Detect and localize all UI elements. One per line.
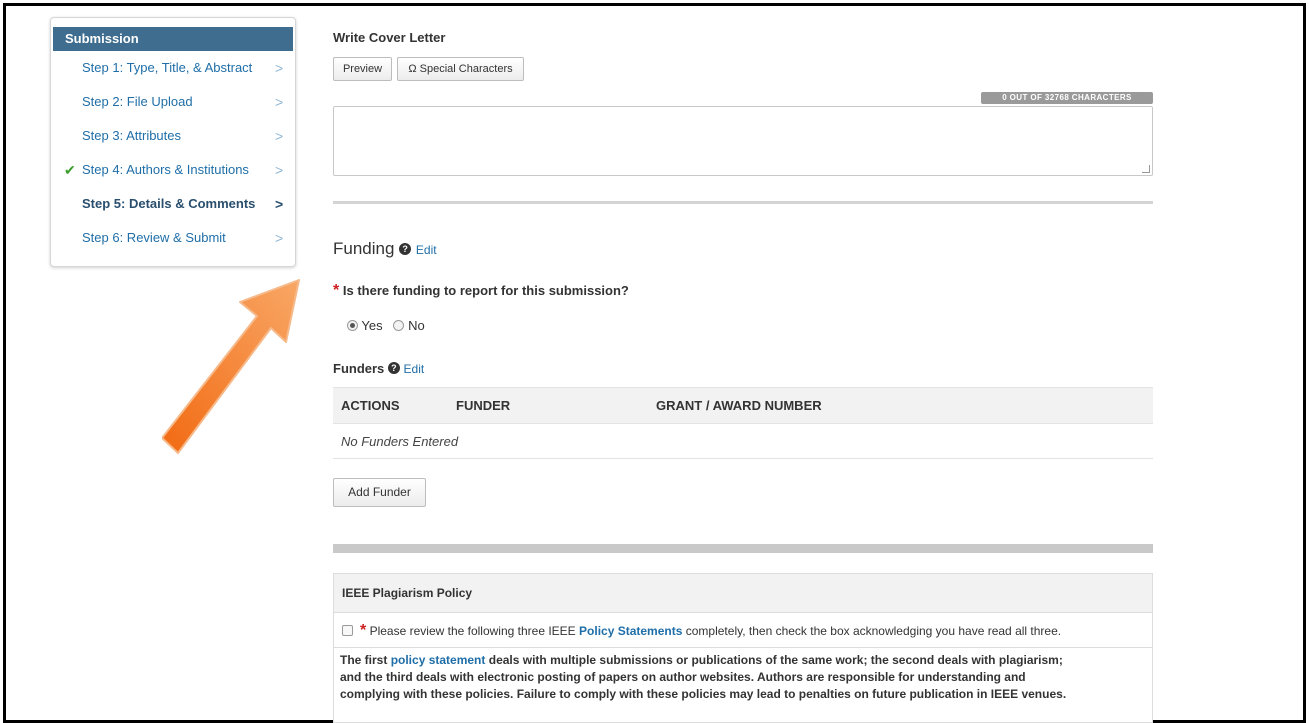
funders-heading: Funders ? Edit xyxy=(333,361,424,376)
funders-edit-link[interactable]: Edit xyxy=(404,362,425,376)
submission-steps-panel: Submission Step 1: Type, Title, & Abstra… xyxy=(50,17,296,267)
funders-table: ACTIONS FUNDER GRANT / AWARD NUMBER No F… xyxy=(333,387,1153,459)
sidebar-item-step-1[interactable]: Step 1: Type, Title, & Abstract > xyxy=(51,51,295,85)
chevron-right-icon: > xyxy=(275,196,284,212)
sidebar-item-label: Step 3: Attributes xyxy=(82,128,182,143)
preview-button[interactable]: Preview xyxy=(333,57,392,81)
funding-title: Funding xyxy=(333,239,395,258)
sidebar-item-step-5[interactable]: Step 5: Details & Comments > xyxy=(51,187,295,221)
chevron-right-icon: > xyxy=(275,162,284,178)
table-header-row: ACTIONS FUNDER GRANT / AWARD NUMBER xyxy=(333,387,1153,424)
sidebar-item-step-4[interactable]: ✔ Step 4: Authors & Institutions > xyxy=(51,153,295,187)
question-circle-icon[interactable]: ? xyxy=(399,243,412,255)
policy-acknowledgement-checkbox[interactable] xyxy=(342,625,353,636)
sidebar-item-step-2[interactable]: Step 2: File Upload > xyxy=(51,85,295,119)
add-funder-button[interactable]: Add Funder xyxy=(333,478,426,507)
sidebar-item-label: Step 5: Details & Comments xyxy=(82,196,256,211)
section-divider xyxy=(333,201,1153,204)
chevron-right-icon: > xyxy=(275,60,284,76)
column-header-grant-number: GRANT / AWARD NUMBER xyxy=(648,387,1153,424)
policy-text-after: completely, then check the box acknowled… xyxy=(685,624,1062,638)
yes-radio[interactable] xyxy=(347,320,358,331)
funders-title: Funders xyxy=(333,361,385,376)
funding-edit-link[interactable]: Edit xyxy=(416,243,437,257)
funding-radio-group: Yes No xyxy=(347,318,425,333)
policy-body-line1: deals with multiple submissions or publi… xyxy=(488,653,1063,667)
policy-acknowledgement-text: * Please review the following three IEEE… xyxy=(360,613,1061,649)
sidebar-item-step-3[interactable]: Step 3: Attributes > xyxy=(51,119,295,153)
policy-text-before: Please review the following three IEEE xyxy=(369,624,576,638)
checkmark-icon: ✔ xyxy=(64,162,76,178)
policy-description: The first policy statement deals with mu… xyxy=(334,648,1152,703)
required-asterisk: * xyxy=(360,622,367,639)
policy-body-line3: complying with these policies. Failure t… xyxy=(340,687,1067,701)
chevron-right-icon: > xyxy=(275,230,284,246)
sidebar-header: Submission xyxy=(53,27,293,51)
character-count-badge: 0 OUT OF 32768 CHARACTERS xyxy=(981,92,1153,104)
sidebar-item-label: Step 1: Type, Title, & Abstract xyxy=(82,60,253,75)
table-row: No Funders Entered xyxy=(333,423,1153,459)
yes-radio-label[interactable]: Yes xyxy=(361,318,382,333)
orange-arrow-annotation xyxy=(162,279,300,454)
sidebar-item-label: Step 6: Review & Submit xyxy=(82,230,226,245)
policy-statements-link[interactable]: Policy Statements xyxy=(579,624,682,638)
section-divider-thick xyxy=(333,544,1153,553)
question-circle-icon[interactable]: ? xyxy=(387,362,400,374)
policy-body-line2: and the third deals with electronic post… xyxy=(340,670,1026,684)
funding-question-text: Is there funding to report for this subm… xyxy=(342,283,629,298)
special-characters-button[interactable]: Ω Special Characters xyxy=(397,57,524,81)
funding-question: * Is there funding to report for this su… xyxy=(333,282,629,300)
plagiarism-policy-panel: IEEE Plagiarism Policy * Please review t… xyxy=(333,573,1153,723)
required-asterisk: * xyxy=(333,282,340,299)
sidebar-item-step-6[interactable]: Step 6: Review & Submit > xyxy=(51,221,295,255)
chevron-right-icon: > xyxy=(275,128,284,144)
no-radio-label[interactable]: No xyxy=(408,318,425,333)
plagiarism-policy-header: IEEE Plagiarism Policy xyxy=(334,574,1152,613)
policy-acknowledgement-row: * Please review the following three IEEE… xyxy=(334,613,1152,648)
no-radio[interactable] xyxy=(393,320,405,331)
column-header-funder: FUNDER xyxy=(448,387,648,424)
cover-letter-textarea[interactable] xyxy=(333,106,1153,176)
sidebar-item-label: Step 2: File Upload xyxy=(82,94,193,109)
policy-statement-link[interactable]: policy statement xyxy=(391,653,486,667)
sidebar-item-label: Step 4: Authors & Institutions xyxy=(82,162,249,177)
policy-body-start: The first xyxy=(340,653,388,667)
chevron-right-icon: > xyxy=(275,94,284,110)
column-header-actions: ACTIONS xyxy=(333,387,448,424)
empty-table-message: No Funders Entered xyxy=(333,423,1153,459)
cover-letter-title: Write Cover Letter xyxy=(333,30,446,45)
resize-handle-icon[interactable] xyxy=(1142,165,1150,173)
funding-heading: Funding ? Edit xyxy=(333,239,437,259)
